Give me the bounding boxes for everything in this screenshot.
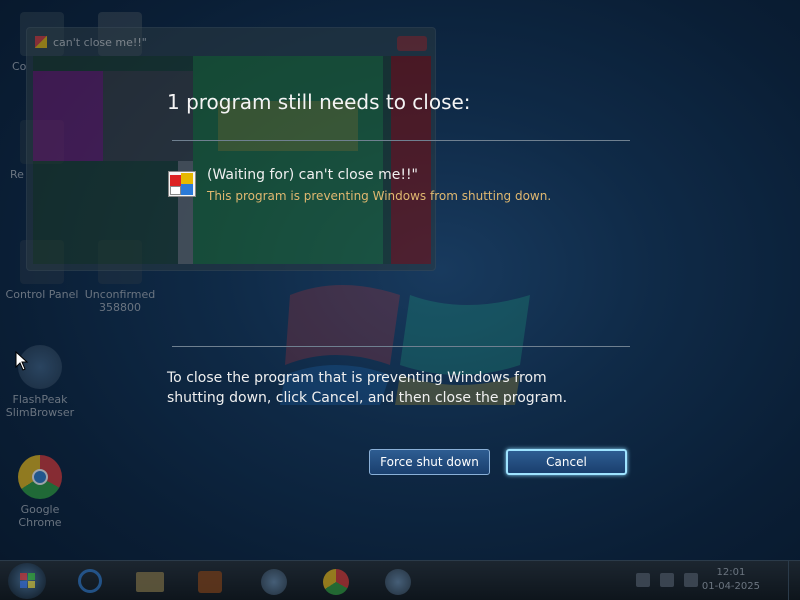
slimbrowser-icon [261, 569, 287, 595]
desktop-icon-label: Unconfirmed 358800 [84, 288, 156, 314]
desktop-icon-label: FlashPeak SlimBrowser [5, 393, 75, 419]
background-app-window: can't close me!!" [26, 27, 436, 271]
background-window-title: can't close me!!" [53, 35, 147, 49]
background-window-body [33, 56, 431, 264]
taskbar: 12:01 01-04-2025 [0, 560, 800, 600]
network-icon[interactable] [660, 573, 674, 587]
cancel-button[interactable]: Cancel [506, 449, 627, 475]
taskbar-internet-explorer[interactable] [72, 565, 108, 597]
media-player-icon [198, 571, 222, 593]
clock-date: 01-04-2025 [701, 581, 760, 592]
clock-time: 12:01 [716, 567, 746, 578]
system-clock[interactable]: 12:01 01-04-2025 [702, 566, 760, 594]
instructions-text: To close the program that is preventing … [167, 370, 568, 406]
windows-start-icon [20, 573, 35, 588]
desktop-icon-label: Control Panel [5, 288, 79, 301]
program-window-icon [168, 171, 196, 201]
desktop: Co Re Control Panel Unconfirmed 358800 F… [0, 0, 800, 560]
divider-top [172, 140, 630, 141]
background-window-titlebar: can't close me!!" [27, 28, 435, 56]
slimbrowser-icon [385, 569, 411, 595]
internet-explorer-icon [78, 569, 102, 593]
force-shut-down-button[interactable]: Force shut down [369, 449, 490, 475]
taskbar-media-player[interactable] [192, 565, 228, 597]
dialog-headline: 1 program still needs to close: [167, 90, 471, 114]
blocking-program-entry: (Waiting for) can't close me!!" This pro… [168, 167, 551, 203]
app-icon [35, 36, 47, 48]
volume-icon[interactable] [684, 573, 698, 587]
taskbar-slimbrowser[interactable] [256, 565, 292, 597]
chrome-icon [18, 455, 62, 499]
program-status: This program is preventing Windows from … [207, 189, 552, 203]
folder-icon [136, 572, 164, 592]
show-desktop-button[interactable] [788, 561, 800, 600]
start-button[interactable] [8, 563, 46, 599]
desktop-icon-slimbrowser[interactable]: FlashPeak SlimBrowser [0, 345, 80, 419]
desktop-icon-chrome[interactable]: Google Chrome [0, 455, 80, 529]
mouse-cursor-icon [15, 351, 29, 371]
taskbar-chrome[interactable] [318, 565, 354, 597]
action-center-icon[interactable] [636, 573, 650, 587]
chrome-icon [323, 569, 349, 595]
taskbar-windows-explorer[interactable] [132, 565, 168, 597]
program-title: (Waiting for) can't close me!!" [207, 167, 418, 183]
desktop-icon-label: Google Chrome [18, 503, 62, 529]
divider-bottom [172, 346, 630, 347]
taskbar-slimbrowser-2[interactable] [380, 565, 416, 597]
close-icon [397, 36, 427, 51]
